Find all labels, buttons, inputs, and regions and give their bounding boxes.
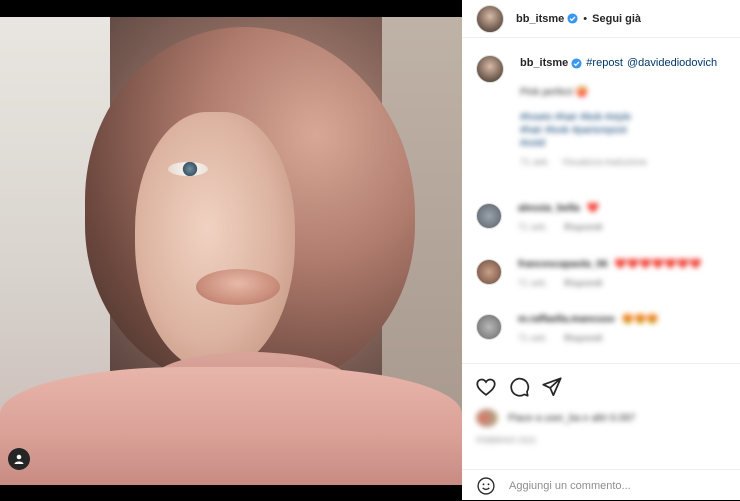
- caption: bb_itsme #repost @davidediodovich Pink p…: [462, 55, 740, 167]
- comment-reply-button[interactable]: Rispondi: [564, 278, 603, 288]
- comment-text: 😍😍😍: [621, 314, 659, 325]
- comment-time: 71 sett.: [518, 278, 548, 288]
- post-actions: Piace a user_ba e altri 6.097 FEBBRAIO 2…: [462, 363, 740, 470]
- mention-link[interactable]: @davidediodovich: [627, 57, 717, 69]
- caption-username[interactable]: bb_itsme: [520, 57, 568, 69]
- comment-reply-button[interactable]: Rispondi: [564, 222, 603, 232]
- comment-username[interactable]: francescapaola_06: [518, 259, 608, 270]
- comment-item: francescapaola_06 ❤️❤️❤️❤️❤️❤️❤️ 71 sett…: [476, 259, 736, 288]
- caption-hashtags-line-2[interactable]: #hair #look #parisrepost: [520, 125, 735, 136]
- comment-reply-button[interactable]: Rispondi: [564, 333, 603, 343]
- user-tag-icon: [14, 454, 24, 464]
- likes-avatars: [476, 409, 498, 427]
- caption-text: Pink perfect 🍑: [520, 87, 589, 98]
- likes-text[interactable]: Piace a user_ba e altri 6.097: [508, 413, 635, 424]
- header-avatar[interactable]: [476, 4, 504, 33]
- comment-text: ❤️: [586, 203, 599, 214]
- top-letterbox: [0, 0, 462, 17]
- comment-input-box: Aggiungi un commento...: [462, 469, 740, 501]
- post-sidebar: bb_itsme • Segui già bb_itsme #repost @d…: [462, 0, 740, 500]
- user-tag-button[interactable]: [8, 448, 30, 470]
- comment-username[interactable]: m.raffaella.mancuso: [518, 314, 615, 325]
- caption-avatar[interactable]: [476, 55, 504, 83]
- comment-avatar[interactable]: [476, 259, 502, 285]
- post-image[interactable]: [0, 17, 462, 485]
- comment-text: ❤️❤️❤️❤️❤️❤️❤️: [614, 259, 702, 270]
- photo-eye: [168, 162, 208, 176]
- comment-item: alessia_bella ❤️ 71 sett. Rispondi: [476, 203, 736, 232]
- translation-link[interactable]: Visualizza traduzione: [562, 157, 647, 167]
- comment-time: 71 sett.: [518, 222, 548, 232]
- comment-avatar[interactable]: [476, 314, 502, 340]
- comment-time: 71 sett.: [518, 333, 548, 343]
- caption-time: 71 sett.: [520, 157, 550, 167]
- emoji-icon[interactable]: [476, 476, 496, 496]
- heart-icon[interactable]: [475, 376, 497, 398]
- comment-username[interactable]: alessia_bella: [518, 203, 580, 214]
- verified-icon: [571, 57, 582, 69]
- header-username[interactable]: bb_itsme: [516, 13, 564, 25]
- post-header: bb_itsme • Segui già: [462, 0, 740, 38]
- caption-meta: 71 sett. Visualizza traduzione: [520, 157, 735, 167]
- photo-lips: [196, 269, 280, 305]
- header-separator: •: [583, 12, 588, 25]
- follow-button[interactable]: Segui già: [592, 13, 641, 25]
- comment-icon[interactable]: [508, 376, 530, 398]
- repost-hashtag[interactable]: #repost: [586, 57, 623, 69]
- caption-hashtags-line-3[interactable]: #ootd: [520, 138, 735, 149]
- share-icon[interactable]: [541, 376, 563, 398]
- post-date: FEBBRAIO 2021: [476, 436, 537, 445]
- caption-hashtags-line-1[interactable]: #howto #hair #bob #style: [520, 112, 735, 123]
- verified-icon: [567, 13, 578, 24]
- bottom-letterbox: [0, 485, 462, 500]
- photo-sweater: [0, 367, 462, 485]
- comment-input[interactable]: Aggiungi un commento...: [509, 480, 631, 492]
- comment-avatar[interactable]: [476, 203, 502, 229]
- comment-item: m.raffaella.mancuso 😍😍😍 71 sett. Rispond…: [476, 314, 736, 343]
- photo-face: [135, 112, 295, 372]
